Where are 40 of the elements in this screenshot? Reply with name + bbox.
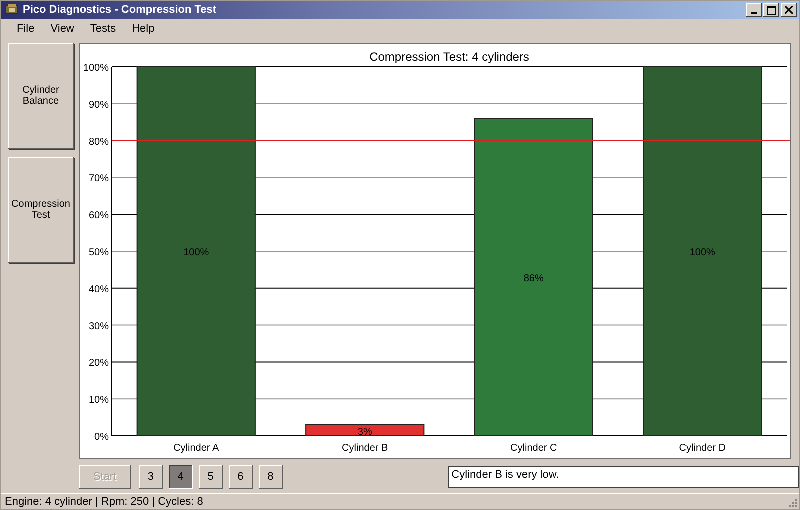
test-button[interactable]: Cylinder Balance [8, 43, 74, 149]
category-label: Cylinder D [679, 443, 726, 454]
value-label: 100% [690, 248, 716, 258]
axis-label: 10% [88, 395, 109, 406]
resize-grip-icon [787, 497, 797, 507]
axis-label: 60% [88, 210, 109, 222]
close-icon [785, 6, 793, 14]
category-label: Cylinder C [510, 443, 558, 454]
cylinder-count-button[interactable]: 8 [258, 465, 283, 489]
maximize-icon [766, 6, 776, 14]
menu-item[interactable]: View [42, 23, 82, 35]
window-title: Pico Diagnostics - Compression Test [23, 4, 218, 16]
chart-title: Compression Test: 4 cylinders [370, 50, 530, 64]
cylinder-count-button[interactable]: 5 [198, 465, 223, 489]
category-label: Cylinder B [342, 443, 388, 454]
cylinder-count-button[interactable]: 4 [168, 465, 193, 489]
category-label: Cylinder A [174, 443, 220, 454]
close-button[interactable] [781, 3, 797, 17]
cylinder-count-button[interactable]: 6 [228, 465, 253, 489]
axis-label: 30% [88, 321, 109, 332]
cylinder-count-button[interactable]: 3 [138, 465, 163, 489]
status-text: Engine: 4 cylinder | Rpm: 250 | Cycles: 8 [5, 496, 204, 508]
value-label: 86% [524, 273, 544, 284]
maximize-button[interactable] [763, 3, 779, 17]
axis-label: 40% [88, 284, 109, 296]
value-label: 100% [184, 248, 210, 258]
axis-label: 100% [83, 63, 109, 74]
test-button[interactable]: Compression Test [8, 157, 74, 263]
menu-item[interactable]: File [9, 23, 43, 35]
axis-label: 90% [88, 100, 109, 111]
message-box: Cylinder B is very low. [448, 466, 799, 488]
axis-label: 50% [88, 248, 109, 258]
axis-label: 80% [88, 136, 109, 148]
axis-label: 70% [88, 174, 109, 185]
menu-item[interactable]: Tests [82, 23, 124, 35]
minimize-button[interactable] [746, 3, 762, 17]
axis-label: 20% [88, 358, 109, 370]
menu-item[interactable]: Help [124, 23, 163, 35]
axis-label: 0% [94, 432, 109, 443]
value-label: 3% [358, 427, 372, 438]
